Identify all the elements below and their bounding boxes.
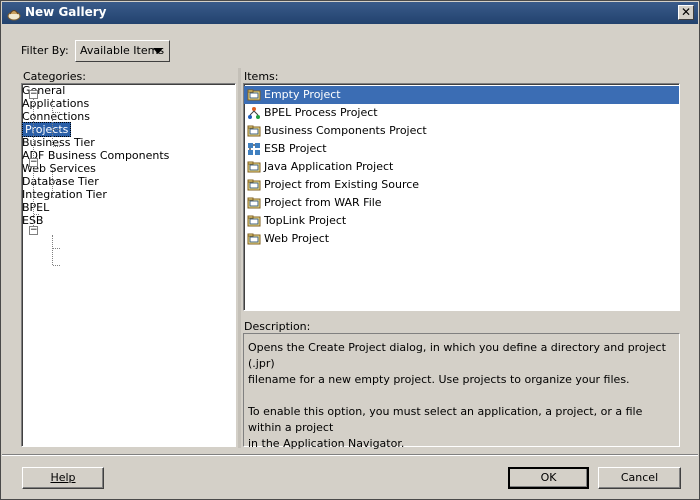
description-text: in the Application Navigator. xyxy=(248,437,405,450)
list-item-label: Empty Project xyxy=(264,88,341,101)
list-item[interactable]: Java Application Project xyxy=(244,158,679,176)
filter-by-dropdown[interactable]: Available Items xyxy=(75,40,170,62)
app-icon xyxy=(7,10,21,21)
cancel-button[interactable]: Cancel xyxy=(598,467,681,489)
tree-connector xyxy=(53,146,60,147)
filter-by-label: Filter By: xyxy=(21,44,69,57)
list-item[interactable]: Web Project xyxy=(244,230,679,248)
list-item[interactable]: ESB Project xyxy=(244,140,679,158)
folder-icon xyxy=(247,215,261,227)
bpel-process-icon xyxy=(248,107,260,119)
list-item-label: Project from Existing Source xyxy=(264,178,420,191)
filter-by-value: Available Items xyxy=(80,44,165,57)
list-item-label: BPEL Process Project xyxy=(264,106,378,119)
items-label: Items: xyxy=(244,70,279,83)
description-panel: Opens the Create Project dialog, in whic… xyxy=(243,333,680,450)
list-item-label: Business Components Project xyxy=(264,124,427,137)
list-item-label: TopLink Project xyxy=(264,214,347,227)
list-item-label: Java Application Project xyxy=(264,160,394,173)
description-text: To enable this option, you must select a… xyxy=(248,405,643,434)
list-item[interactable]: Empty Project xyxy=(244,86,679,104)
tree-connector xyxy=(53,129,60,130)
new-gallery-dialog: New Gallery ✕ Filter By: Available Items… xyxy=(0,0,700,500)
tree-expander-icon[interactable]: − xyxy=(29,158,38,167)
button-divider xyxy=(2,454,698,456)
help-button-label: Help xyxy=(50,471,76,484)
tree-connector xyxy=(52,235,53,265)
tree-expander-icon[interactable]: − xyxy=(29,90,38,99)
description-text: Opens the Create Project dialog, in whic… xyxy=(248,341,666,370)
folder-icon xyxy=(247,161,261,173)
list-item[interactable]: Project from Existing Source xyxy=(244,176,679,194)
tree-connector xyxy=(53,112,60,113)
list-item[interactable]: Project from WAR File xyxy=(244,194,679,212)
tree-connector xyxy=(53,180,60,181)
close-button[interactable]: ✕ xyxy=(678,5,694,20)
items-list[interactable]: Empty Project BPEL Process Project Busines… xyxy=(243,83,680,311)
title-bar[interactable]: New Gallery ✕ xyxy=(2,2,698,24)
ok-button[interactable]: OK xyxy=(508,467,589,489)
list-item-label: ESB Project xyxy=(264,142,327,155)
tree-connector xyxy=(53,197,60,198)
chevron-down-icon xyxy=(153,48,163,54)
window-title: New Gallery xyxy=(25,5,107,19)
tree-connector xyxy=(52,99,53,145)
esb-icon xyxy=(248,143,260,155)
tree-connector xyxy=(53,248,60,249)
panel-splitter[interactable] xyxy=(238,68,241,448)
description-text: filename for a new empty project. Use pr… xyxy=(248,373,630,386)
folder-icon xyxy=(247,89,261,101)
tree-connector xyxy=(34,214,39,215)
list-item[interactable]: Business Components Project xyxy=(244,122,679,140)
folder-icon xyxy=(247,125,261,137)
list-item[interactable]: BPEL Process Project xyxy=(244,104,679,122)
categories-tree[interactable]: General − Applications Connections Projects B… xyxy=(21,83,236,447)
list-item-label: Project from WAR File xyxy=(264,196,382,209)
list-item-label: Web Project xyxy=(264,232,330,245)
tree-expander-icon[interactable]: − xyxy=(29,226,38,235)
tree-connector xyxy=(52,167,53,197)
categories-label: Categories: xyxy=(23,70,86,83)
folder-icon xyxy=(247,179,261,191)
description-label: Description: xyxy=(244,320,311,333)
list-item[interactable]: TopLink Project xyxy=(244,212,679,230)
folder-icon xyxy=(247,197,261,209)
help-button[interactable]: Help xyxy=(22,467,104,489)
tree-connector xyxy=(53,265,60,266)
folder-icon xyxy=(247,233,261,245)
